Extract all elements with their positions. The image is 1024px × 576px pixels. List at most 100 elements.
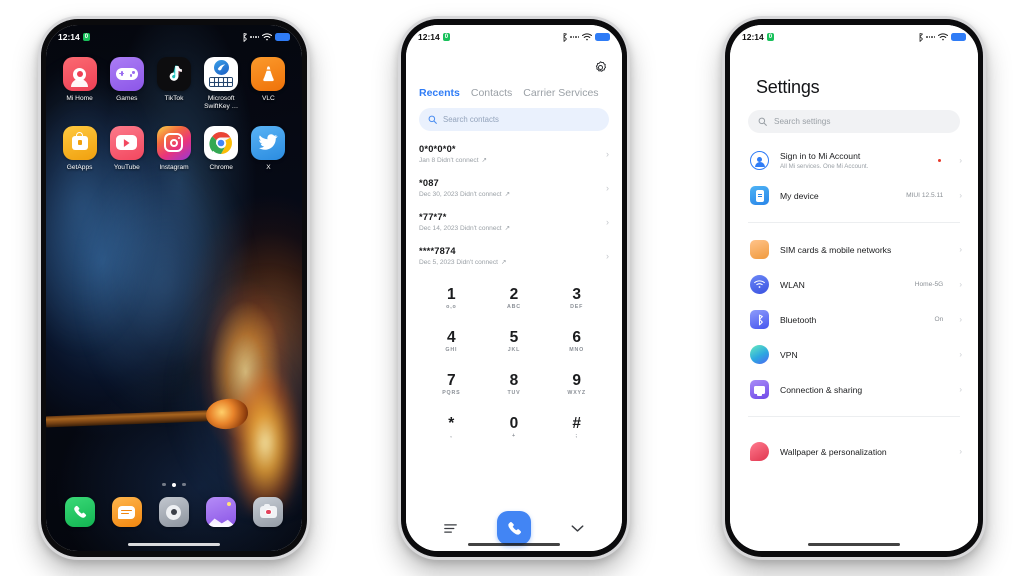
wifi-icon [938, 33, 948, 41]
app-mi-home[interactable]: Mi Home [56, 57, 103, 112]
page-dot-active[interactable] [171, 482, 177, 487]
settings-row-sim-cards[interactable]: SIM cards & mobile networks › [730, 232, 978, 267]
key-digit: 0 [509, 414, 519, 432]
gallery-icon[interactable] [206, 497, 237, 527]
key-letters: , [450, 433, 453, 440]
settings-row-label: WLAN [780, 279, 805, 290]
recent-calls-list: 0*0*0*0* Jan 8 Didn't connect ↗ › *087 De… [406, 137, 622, 273]
app-label: Mi Home [66, 95, 93, 102]
key-letters: + [512, 433, 516, 440]
chevron-down-icon[interactable] [571, 524, 584, 533]
dialpad-key-8[interactable]: 8 TUV [483, 363, 546, 406]
key-digit: * [448, 414, 455, 432]
gear-icon[interactable] [594, 60, 607, 74]
home-indicator[interactable] [128, 543, 220, 546]
tab-contacts[interactable]: Contacts [471, 87, 512, 99]
wifi-icon [582, 33, 592, 41]
battery-badge: 0 [766, 33, 775, 41]
dialpad-key-hash[interactable]: #; [545, 406, 608, 449]
settings-row-vpn[interactable]: VPN › [730, 337, 978, 372]
settings-row-connection-sharing[interactable]: Connection & sharing › [730, 372, 978, 407]
dialpad: 1 o,o 2 ABC 3 DEF 4 GHI 5 JKL 6 MNO 7 PQRS 8 TUV… [406, 273, 622, 505]
call-row[interactable]: 0*0*0*0* Jan 8 Didn't connect ↗ › [406, 137, 622, 171]
call-detail: Dec 14, 2023 Didn't connect [419, 224, 502, 232]
phone-icon[interactable] [64, 497, 95, 527]
dialpad-key-6[interactable]: 6 MNO [545, 320, 608, 363]
outgoing-arrow-icon: ↗ [481, 157, 488, 164]
search-contacts-input[interactable]: Search contacts [419, 108, 609, 131]
status-bar: 12:14 0 [730, 25, 978, 49]
camera-icon[interactable] [253, 497, 284, 527]
search-settings-input[interactable]: Search settings [748, 110, 960, 133]
settings-row-label: SIM cards & mobile networks [780, 244, 892, 255]
phone-dialer-screen: 12:14 0 Recents Contacts Carrier Service… [398, 16, 630, 560]
settings-row-my-device[interactable]: My device MIUI 12.5.11 › [730, 178, 978, 213]
battery-icon [275, 33, 290, 41]
tab-carrier-services[interactable]: Carrier Services [523, 87, 598, 99]
call-row[interactable]: *77*7* Dec 14, 2023 Didn't connect ↗ › [406, 205, 622, 239]
messages-icon[interactable] [111, 497, 142, 527]
browser-icon[interactable] [158, 497, 189, 527]
dialpad-key-7[interactable]: 7 PQRS [420, 363, 483, 406]
dialpad-key-4[interactable]: 4 GHI [420, 320, 483, 363]
settings-row-mi-account[interactable]: Sign in to Mi Account All Mi services. O… [730, 143, 978, 178]
key-letters: o,o [446, 304, 457, 311]
games-icon [109, 57, 144, 91]
dialpad-key-3[interactable]: 3 DEF [545, 277, 608, 320]
connection-icon [750, 380, 769, 399]
app-vlc[interactable]: VLC [245, 57, 292, 112]
app-chrome[interactable]: Chrome [198, 125, 245, 172]
battery-icon [595, 33, 610, 41]
settings-row-label: Sign in to Mi Account [780, 151, 861, 162]
bluetooth-icon [919, 32, 923, 42]
dialpad-key-2[interactable]: 2 ABC [483, 277, 546, 320]
outgoing-arrow-icon: ↗ [504, 225, 511, 232]
app-x-twitter[interactable]: X [245, 125, 292, 172]
tab-recents[interactable]: Recents [419, 87, 460, 99]
key-letters: GHI [445, 347, 458, 354]
app-tiktok[interactable]: TikTok [150, 57, 197, 112]
app-youtube[interactable]: YouTube [103, 125, 150, 172]
key-digit: # [572, 414, 581, 432]
home-indicator[interactable] [808, 543, 900, 546]
phone-settings-screen: 12:14 0 Settings Search settings Sign in… [722, 16, 986, 560]
wlan-icon [750, 275, 769, 294]
app-swiftkey[interactable]: Microsoft SwiftKey … [198, 57, 245, 112]
dialpad-key-0[interactable]: 0 + [483, 406, 546, 449]
key-letters: PQRS [442, 390, 461, 397]
call-button[interactable] [497, 511, 531, 545]
call-detail: Dec 30, 2023 Didn't connect [419, 190, 502, 198]
key-letters: ABC [507, 304, 521, 311]
key-digit: 4 [447, 328, 456, 346]
dialpad-key-1[interactable]: 1 o,o [420, 277, 483, 320]
call-detail: Dec 5, 2023 Didn't connect [419, 258, 498, 266]
divider [748, 416, 960, 417]
app-label: TikTok [164, 95, 184, 102]
settings-app: Settings Search settings Sign in to Mi A… [730, 25, 978, 551]
battery-icon [951, 33, 966, 41]
screenshot-stage: 12:14 0 Mi Home Games TikTok Microsoft S… [0, 0, 1024, 576]
dialpad-key-5[interactable]: 5 JKL [483, 320, 546, 363]
settings-row-value: On [934, 316, 944, 323]
app-instagram[interactable]: Instagram [150, 125, 197, 172]
settings-row-wallpaper[interactable]: Wallpaper & personalization › [730, 434, 978, 469]
app-games[interactable]: Games [103, 57, 150, 112]
swiftkey-icon [204, 57, 239, 91]
settings-row-wlan[interactable]: WLAN Home-5G › [730, 267, 978, 302]
page-dot[interactable] [162, 482, 166, 486]
chevron-right-icon: › [959, 156, 962, 165]
status-time: 12:14 [58, 32, 80, 42]
settings-row-label: Wallpaper & personalization [780, 446, 887, 457]
dialpad-key-9[interactable]: 9 WXYZ [545, 363, 608, 406]
call-row[interactable]: ****7874 Dec 5, 2023 Didn't connect ↗ › [406, 239, 622, 273]
call-row[interactable]: *087 Dec 30, 2023 Didn't connect ↗ › [406, 171, 622, 205]
home-indicator[interactable] [468, 543, 560, 546]
page-dot[interactable] [182, 482, 186, 486]
menu-icon[interactable] [444, 523, 457, 534]
page-indicator [46, 482, 302, 487]
app-getapps[interactable]: GetApps [56, 125, 103, 172]
battery-badge: 0 [82, 33, 91, 41]
settings-row-bluetooth[interactable]: Bluetooth On › [730, 302, 978, 337]
dialpad-key-star[interactable]: *, [420, 406, 483, 449]
phone-screen: 12:14 0 Settings Search settings Sign in… [730, 25, 978, 551]
